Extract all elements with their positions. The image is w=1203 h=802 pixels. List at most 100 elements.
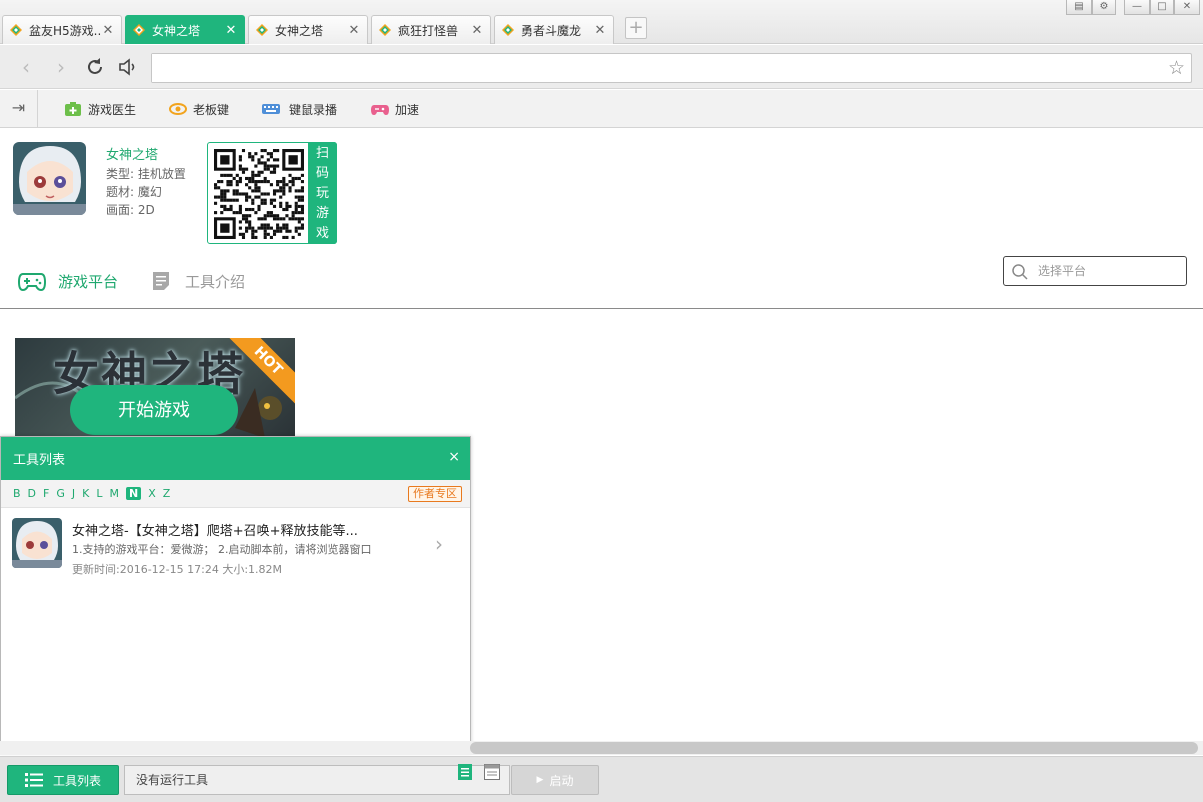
address-bar[interactable]: ☆ xyxy=(151,53,1192,83)
chevron-right-icon[interactable]: › xyxy=(435,532,443,556)
tab-label: 女神之塔 xyxy=(275,23,324,38)
play-icon: ▶ xyxy=(536,775,544,785)
panel-header: 工具列表 × xyxy=(1,437,470,480)
game-doctor-button[interactable]: 游戏医生 xyxy=(64,99,136,119)
launch-button[interactable]: ▶ 启动 xyxy=(511,765,599,795)
sidebar-toggle-icon[interactable]: ⇥ xyxy=(0,90,38,127)
launch-label: 启动 xyxy=(549,773,574,788)
alpha-letter-f[interactable]: F xyxy=(43,487,49,500)
forward-icon[interactable]: › xyxy=(49,55,73,79)
toolbar-item-label: 加速 xyxy=(395,102,420,117)
game-theme: 题材: 魔幻 xyxy=(106,185,162,199)
alpha-letter-j[interactable]: J xyxy=(72,487,75,500)
scrollbar-thumb[interactable] xyxy=(470,742,1198,754)
alpha-letter-x[interactable]: X xyxy=(148,487,156,500)
qr-label: 扫 码 玩 游 戏 xyxy=(308,142,337,244)
first-aid-icon xyxy=(65,102,81,116)
tool-title: 女神之塔-【女神之塔】爬塔+召唤+释放技能等... xyxy=(72,524,358,539)
tab-1[interactable]: 女神之塔 ✕ xyxy=(125,15,245,44)
window-icon[interactable] xyxy=(484,764,500,780)
browser-logo-icon xyxy=(502,24,514,36)
navigation-bar: ‹ › ☆ xyxy=(0,45,1203,89)
qr-label-char: 戏 xyxy=(315,226,329,241)
tab-tool-intro[interactable]: 工具介绍 xyxy=(152,268,245,294)
menu-icon[interactable]: ▤ xyxy=(1066,0,1092,15)
url-input[interactable] xyxy=(152,54,1142,82)
keyboard-icon xyxy=(262,104,280,114)
game-banner[interactable]: 女神之塔 HOT 开始游戏 xyxy=(15,338,295,438)
platform-search[interactable] xyxy=(1003,256,1187,286)
tab-label: 工具介绍 xyxy=(185,272,246,291)
tool-meta: 更新时间:2016-12-15 17:24 大小:1.82M xyxy=(72,563,283,576)
maximize-icon[interactable]: □ xyxy=(1150,0,1174,15)
speed-up-button[interactable]: 加速 xyxy=(371,99,419,119)
list-icon xyxy=(24,773,43,787)
new-tab-button[interactable]: + xyxy=(625,17,647,39)
search-icon xyxy=(1012,264,1028,280)
gamepad-icon xyxy=(18,273,46,292)
tool-avatar xyxy=(12,518,62,568)
divider xyxy=(0,308,1203,309)
tab-label: 疯狂打怪兽 xyxy=(398,23,459,38)
qr-label-char: 游 xyxy=(315,206,329,221)
tool-list-button[interactable]: 工具列表 xyxy=(7,765,119,795)
running-tool-status: 没有运行工具 xyxy=(124,765,510,795)
alpha-letter-l[interactable]: L xyxy=(96,487,102,500)
game-avatar xyxy=(13,142,86,215)
game-graphics: 画面: 2D xyxy=(106,203,155,217)
close-icon[interactable]: ✕ xyxy=(470,23,484,38)
toolbar-item-label: 键鼠录播 xyxy=(289,102,338,117)
horizontal-scrollbar[interactable] xyxy=(0,741,1203,755)
alpha-letter-k[interactable]: K xyxy=(82,487,89,500)
key-mouse-record-button[interactable]: 键鼠录播 xyxy=(261,99,337,119)
back-icon[interactable]: ‹ xyxy=(14,55,38,79)
game-title[interactable]: 女神之塔 xyxy=(106,144,158,163)
tab-2[interactable]: 女神之塔 ✕ xyxy=(248,15,368,44)
log-document-icon[interactable] xyxy=(458,764,472,780)
alpha-letter-n[interactable]: N xyxy=(126,487,142,500)
close-icon[interactable]: ✕ xyxy=(101,23,115,38)
platform-search-input[interactable] xyxy=(1038,261,1178,281)
qr-label-char: 扫 xyxy=(315,146,329,161)
tab-0[interactable]: 盆友H5游戏... ✕ xyxy=(2,15,122,44)
tab-label: 游戏平台 xyxy=(58,272,119,291)
tab-label: 盆友H5游戏... xyxy=(29,23,101,38)
minimize-icon[interactable]: — xyxy=(1124,0,1150,15)
toolbar: ⇥ 游戏医生 老板键 键鼠录播 加速 xyxy=(0,90,1203,128)
close-icon[interactable]: ✕ xyxy=(593,23,607,38)
gamepad-icon xyxy=(371,105,389,115)
status-text: 没有运行工具 xyxy=(136,773,209,787)
alphabet-filter: B D F G J K L M N X Z 作者专区 xyxy=(1,480,470,508)
tab-3[interactable]: 疯狂打怪兽 ✕ xyxy=(371,15,491,44)
alpha-letter-b[interactable]: B xyxy=(13,487,21,500)
refresh-icon[interactable] xyxy=(83,55,107,79)
qr-label-char: 玩 xyxy=(315,186,329,201)
settings-gear-icon[interactable]: ⚙ xyxy=(1092,0,1116,15)
close-icon[interactable]: ✕ xyxy=(224,23,238,38)
tab-label: 女神之塔 xyxy=(152,23,201,38)
alpha-letter-d[interactable]: D xyxy=(28,487,36,500)
browser-logo-icon xyxy=(379,24,391,36)
alpha-letter-m[interactable]: M xyxy=(110,487,120,500)
qr-label-char: 码 xyxy=(315,166,329,181)
author-zone-button[interactable]: 作者专区 xyxy=(408,486,462,502)
document-icon xyxy=(153,272,169,290)
start-game-button[interactable]: 开始游戏 xyxy=(70,385,238,435)
tab-4[interactable]: 勇者斗魔龙 ✕ xyxy=(494,15,614,44)
speaker-icon[interactable] xyxy=(116,55,140,79)
toolbar-item-label: 游戏医生 xyxy=(88,102,137,117)
close-window-icon[interactable]: ✕ xyxy=(1174,0,1200,15)
boss-key-button[interactable]: 老板键 xyxy=(169,99,229,119)
game-type: 类型: 挂机放置 xyxy=(106,167,186,181)
close-icon[interactable]: × xyxy=(448,449,460,465)
bookmark-star-icon[interactable]: ☆ xyxy=(1168,57,1185,79)
qr-code xyxy=(214,149,304,239)
close-icon[interactable]: ✕ xyxy=(347,23,361,38)
list-item[interactable]: 女神之塔-【女神之塔】爬塔+召唤+释放技能等... 1.支持的游戏平台：爱微游；… xyxy=(1,508,470,582)
alpha-letter-z[interactable]: Z xyxy=(163,487,171,500)
tab-game-platform[interactable]: 游戏平台 xyxy=(18,268,118,294)
browser-logo-icon xyxy=(256,24,268,36)
alpha-letter-g[interactable]: G xyxy=(56,487,65,500)
eye-icon xyxy=(169,103,187,115)
browser-logo-icon xyxy=(10,24,22,36)
